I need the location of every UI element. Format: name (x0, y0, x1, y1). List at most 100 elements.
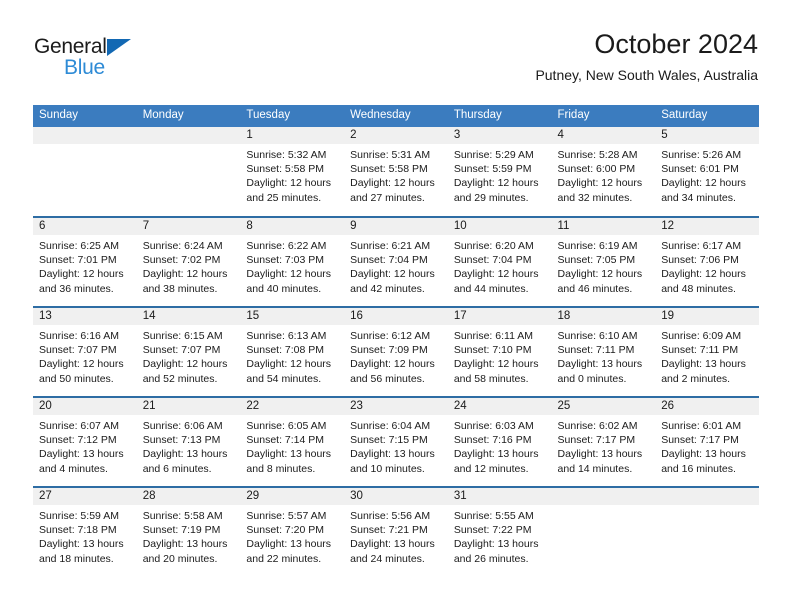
daylight-minutes: and 22 minutes. (246, 552, 322, 565)
sunrise-time: Sunrise: 6:05 AM (246, 420, 327, 432)
calendar-day-cell[interactable]: 27 Sunrise: 5:59 AM Sunset: 7:18 PM Dayligh… (33, 486, 137, 577)
calendar-day-cell[interactable]: 4 Sunrise: 5:28 AM Sunset: 6:00 PM Daylight… (551, 127, 656, 217)
day-number: 9 (344, 218, 448, 235)
calendar-day-cell[interactable]: 29 Sunrise: 5:57 AM Sunset: 7:20 PM Dayligh… (240, 486, 345, 577)
calendar-day-cell[interactable]: 25 Sunrise: 6:02 AM Sunset: 7:17 PM Dayligh… (551, 396, 656, 487)
day-cell-inner: 12 Sunrise: 6:17 AM Sunset: 7:06 PM Dayligh… (655, 218, 759, 306)
calendar-header-row: Sunday Monday Tuesday Wednesday Thursday Frid… (33, 105, 759, 127)
calendar-day-cell[interactable]: 26 Sunrise: 6:01 AM Sunset: 7:17 PM Dayligh… (655, 396, 759, 487)
sunset-time: Sunset: 7:21 PM (350, 524, 428, 537)
calendar-day-cell[interactable]: 17 Sunrise: 6:11 AM Sunset: 7:10 PM Dayligh… (447, 306, 552, 397)
daylight-minutes: and 34 minutes. (661, 191, 736, 204)
daylight-minutes: and 8 minutes. (246, 462, 316, 475)
calendar-day-cell[interactable]: 2 Sunrise: 5:31 AM Sunset: 5:58 PM Daylight… (344, 127, 448, 217)
daylight-minutes: and 29 minutes. (453, 191, 529, 204)
daylight-hours: Daylight: 13 hours (661, 358, 746, 371)
day-detail-block: Sunrise: 6:17 AM Sunset: 7:06 PM Daylight:… (655, 235, 759, 296)
weekday-header-friday: Friday (551, 105, 656, 127)
day-number: 5 (655, 127, 759, 144)
day-number (551, 488, 656, 505)
calendar-day-cell[interactable]: 22 Sunrise: 6:05 AM Sunset: 7:14 PM Dayligh… (240, 396, 345, 487)
calendar-day-cell[interactable]: 11 Sunrise: 6:19 AM Sunset: 7:05 PM Dayligh… (551, 216, 656, 307)
sunset-time: Sunset: 7:14 PM (246, 434, 325, 447)
calendar-day-cell[interactable]: 24 Sunrise: 6:03 AM Sunset: 7:16 PM Dayligh… (447, 396, 552, 487)
calendar-day-cell[interactable]: 21 Sunrise: 6:06 AM Sunset: 7:13 PM Dayligh… (136, 396, 241, 487)
day-detail-block: Sunrise: 6:13 AM Sunset: 7:08 PM Daylight:… (240, 325, 344, 386)
calendar-day-cell[interactable]: 28 Sunrise: 5:58 AM Sunset: 7:19 PM Dayligh… (136, 486, 241, 577)
day-number: 18 (551, 308, 656, 325)
day-number: 28 (136, 488, 241, 505)
day-cell-inner: 17 Sunrise: 6:11 AM Sunset: 7:10 PM Dayligh… (447, 308, 552, 396)
calendar-day-cell[interactable]: 18 Sunrise: 6:10 AM Sunset: 7:11 PM Dayligh… (551, 306, 656, 397)
daylight-hours: Daylight: 12 hours (39, 268, 124, 281)
logo-top-row: General (34, 36, 214, 58)
daylight-hours: Daylight: 12 hours (453, 177, 539, 190)
calendar-day-cell[interactable]: 15 Sunrise: 6:13 AM Sunset: 7:08 PM Dayligh… (240, 306, 345, 397)
day-detail-block: Sunrise: 6:11 AM Sunset: 7:10 PM Daylight:… (448, 325, 552, 386)
day-detail-block: Sunrise: 5:26 AM Sunset: 6:01 PM Daylight:… (655, 144, 759, 205)
day-detail-block: Sunrise: 6:20 AM Sunset: 7:04 PM Daylight:… (448, 235, 552, 296)
calendar-week-row: 1 Sunrise: 5:32 AM Sunset: 5:58 PM Daylight… (33, 127, 759, 217)
day-cell-inner: 24 Sunrise: 6:03 AM Sunset: 7:16 PM Dayligh… (447, 398, 552, 486)
triangle-logo-icon (106, 39, 131, 56)
calendar-day-cell[interactable]: 16 Sunrise: 6:12 AM Sunset: 7:09 PM Dayligh… (344, 306, 448, 397)
sunset-time: Sunset: 7:22 PM (453, 524, 532, 537)
day-number: 22 (240, 398, 345, 415)
calendar-day-cell[interactable]: 30 Sunrise: 5:56 AM Sunset: 7:21 PM Dayligh… (344, 486, 448, 577)
calendar-day-cell[interactable]: 12 Sunrise: 6:17 AM Sunset: 7:06 PM Dayligh… (655, 216, 759, 307)
daylight-minutes: and 16 minutes. (661, 462, 736, 475)
day-detail-block: Sunrise: 5:59 AM Sunset: 7:18 PM Daylight:… (33, 505, 137, 566)
daylight-minutes: and 48 minutes. (661, 282, 736, 295)
calendar-page: General Blue October 2024 Putney, New So… (0, 0, 792, 612)
sunrise-time: Sunrise: 6:16 AM (39, 330, 119, 342)
daylight-minutes: and 58 minutes. (453, 372, 529, 385)
calendar-day-cell[interactable]: 7 Sunrise: 6:24 AM Sunset: 7:02 PM Daylight… (136, 216, 241, 307)
day-detail-block: Sunrise: 6:22 AM Sunset: 7:03 PM Daylight:… (240, 235, 344, 296)
calendar-day-cell[interactable]: 20 Sunrise: 6:07 AM Sunset: 7:12 PM Dayligh… (33, 396, 137, 487)
calendar-day-cell[interactable]: 14 Sunrise: 6:15 AM Sunset: 7:07 PM Dayligh… (136, 306, 241, 397)
day-detail-block: Sunrise: 6:06 AM Sunset: 7:13 PM Daylight:… (137, 415, 241, 476)
logo-text-blue: Blue (64, 56, 105, 79)
day-number: 29 (240, 488, 345, 505)
calendar-day-cell[interactable]: 23 Sunrise: 6:04 AM Sunset: 7:15 PM Dayligh… (344, 396, 448, 487)
day-cell-inner (655, 488, 759, 577)
calendar-day-cell[interactable]: 31 Sunrise: 5:55 AM Sunset: 7:22 PM Dayligh… (447, 486, 552, 577)
sunrise-time: Sunrise: 6:02 AM (557, 420, 638, 432)
calendar-grid: Sunday Monday Tuesday Wednesday Thursday Frid… (33, 105, 759, 577)
day-detail-block: Sunrise: 5:56 AM Sunset: 7:21 PM Daylight:… (344, 505, 448, 566)
day-detail-block: Sunrise: 6:21 AM Sunset: 7:04 PM Daylight:… (344, 235, 448, 296)
day-cell-inner: 28 Sunrise: 5:58 AM Sunset: 7:19 PM Dayligh… (136, 488, 241, 577)
daylight-minutes: and 25 minutes. (246, 191, 322, 204)
day-number: 4 (551, 127, 656, 144)
calendar-day-cell[interactable]: 1 Sunrise: 5:32 AM Sunset: 5:58 PM Daylight… (240, 127, 345, 217)
calendar-day-cell[interactable]: 5 Sunrise: 5:26 AM Sunset: 6:01 PM Daylight… (655, 127, 759, 217)
sunset-time: Sunset: 7:07 PM (39, 344, 117, 357)
calendar-day-cell[interactable]: 9 Sunrise: 6:21 AM Sunset: 7:04 PM Daylight… (344, 216, 448, 307)
weekday-header-saturday: Saturday (655, 105, 759, 127)
calendar-body: 1 Sunrise: 5:32 AM Sunset: 5:58 PM Daylight… (33, 127, 759, 577)
sunset-time: Sunset: 7:09 PM (350, 344, 428, 357)
day-cell-inner: 5 Sunrise: 5:26 AM Sunset: 6:01 PM Daylight… (655, 127, 759, 216)
calendar-day-cell[interactable]: 3 Sunrise: 5:29 AM Sunset: 5:59 PM Daylight… (447, 127, 552, 217)
sunset-time: Sunset: 7:13 PM (142, 434, 221, 447)
daylight-hours: Daylight: 12 hours (142, 268, 228, 281)
day-cell-inner: 23 Sunrise: 6:04 AM Sunset: 7:15 PM Dayligh… (344, 398, 448, 486)
daylight-hours: Daylight: 13 hours (557, 358, 643, 371)
title-block: October 2024 Putney, New South Wales, Au… (535, 28, 758, 85)
day-detail-block: Sunrise: 5:31 AM Sunset: 5:58 PM Daylight:… (344, 144, 448, 205)
calendar-day-cell[interactable]: 13 Sunrise: 6:16 AM Sunset: 7:07 PM Dayligh… (33, 306, 137, 397)
day-cell-inner: 26 Sunrise: 6:01 AM Sunset: 7:17 PM Dayligh… (655, 398, 759, 486)
day-number: 2 (344, 127, 448, 144)
calendar-day-cell[interactable]: 6 Sunrise: 6:25 AM Sunset: 7:01 PM Daylight… (33, 216, 137, 307)
daylight-hours: Daylight: 13 hours (39, 538, 124, 551)
page-masthead: General Blue October 2024 Putney, New So… (34, 28, 758, 96)
calendar-day-cell[interactable]: 19 Sunrise: 6:09 AM Sunset: 7:11 PM Dayligh… (655, 306, 759, 397)
calendar-day-cell[interactable]: 10 Sunrise: 6:20 AM Sunset: 7:04 PM Dayligh… (447, 216, 552, 307)
daylight-minutes: and 44 minutes. (453, 282, 529, 295)
sunset-time: Sunset: 7:10 PM (453, 344, 532, 357)
sunset-time: Sunset: 7:05 PM (557, 254, 636, 267)
generalblue-logo[interactable]: General Blue (34, 36, 214, 88)
daylight-hours: Daylight: 12 hours (557, 268, 643, 281)
daylight-hours: Daylight: 13 hours (557, 448, 643, 461)
calendar-day-cell[interactable]: 8 Sunrise: 6:22 AM Sunset: 7:03 PM Daylight… (240, 216, 345, 307)
